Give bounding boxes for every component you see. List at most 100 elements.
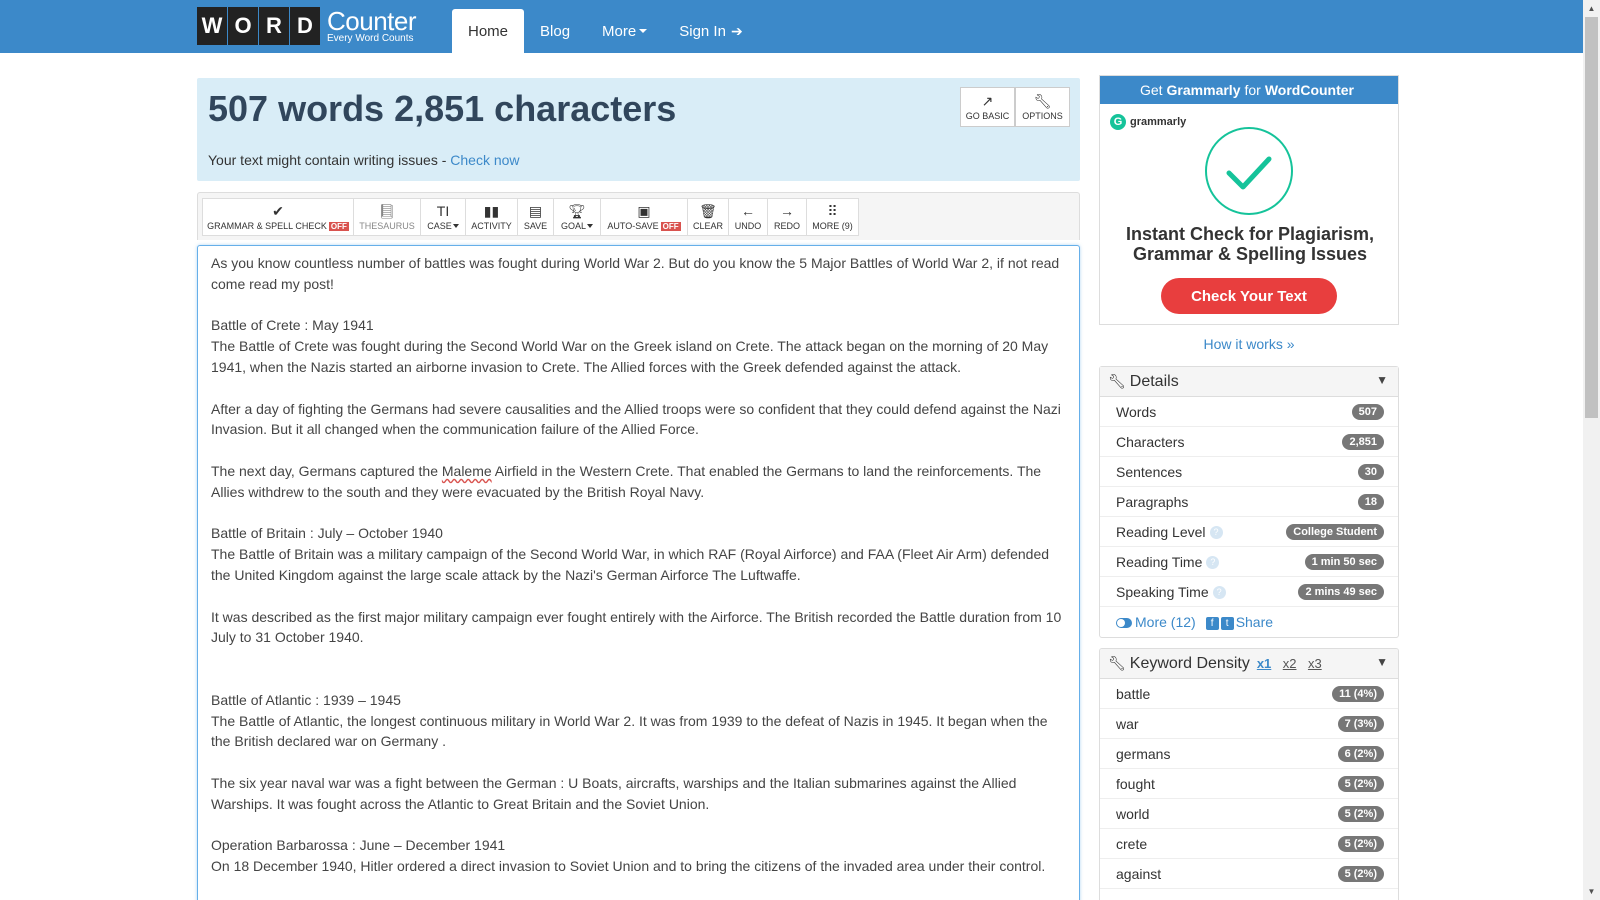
book-icon: 📘︎ xyxy=(378,202,396,219)
stat-badge: 18 xyxy=(1357,493,1384,510)
caret-down-icon xyxy=(452,224,459,229)
ad-headline-1: Instant Check for Plagiarism, xyxy=(1125,224,1375,244)
stat-badge: 1 min 50 sec xyxy=(1304,553,1384,570)
twitter-icon: t xyxy=(1220,616,1234,630)
bar-chart-icon: ▮▮ xyxy=(483,202,500,219)
big-checkmark-icon xyxy=(1205,127,1293,215)
issues-text: Your text might contain writing issues - xyxy=(208,152,451,168)
page-scrollbar[interactable]: ▲ ▼ xyxy=(1583,0,1600,900)
scroll-up-arrow-icon[interactable]: ▲ xyxy=(1583,0,1600,17)
logo-text: Counter Every Word Counts xyxy=(327,8,417,44)
misspelled-word[interactable]: Maleme xyxy=(442,463,492,479)
autosave-off-badge: OFF xyxy=(660,221,681,231)
check-your-text-button[interactable]: Check Your Text xyxy=(1161,278,1337,314)
stat-label-wrap: Speaking Time? xyxy=(1116,584,1226,600)
stat-row-characters: Characters 2,851 xyxy=(1100,427,1398,457)
keyword-badge: 5 (2%) xyxy=(1337,775,1384,792)
editor-content: As you know countless number of battles … xyxy=(211,253,1066,877)
keyword-row[interactable]: battle 11 (4%) xyxy=(1100,679,1398,709)
grammar-spell-check-button[interactable]: ✔ GRAMMAR & SPELL CHECK OFF xyxy=(202,198,354,236)
keyword-density-header[interactable]: 🔧︎ Keyword Density x1 x2 x3 ▼ xyxy=(1100,649,1398,679)
nav-home[interactable]: Home xyxy=(452,9,525,53)
case-button[interactable]: TI CASE xyxy=(420,198,466,236)
keyword-badge: 6 (2%) xyxy=(1337,745,1384,762)
keyword-label: fought xyxy=(1116,775,1155,792)
case-label-wrap: CASE xyxy=(427,221,459,231)
stat-row-words: Words 507 xyxy=(1100,397,1398,427)
clear-button[interactable]: 🗑︎ CLEAR xyxy=(687,198,729,236)
trophy-icon: 🏆︎ xyxy=(568,202,586,219)
stat-badge: 2,851 xyxy=(1342,433,1384,450)
stat-label: Speaking Time xyxy=(1116,583,1209,600)
nav-more-dropdown[interactable]: More xyxy=(586,9,663,53)
caret-down-icon xyxy=(587,224,593,229)
thesaurus-button[interactable]: 📘︎ THESAURUS xyxy=(353,198,421,236)
scrollbar-thumb[interactable] xyxy=(1585,17,1598,418)
checkmark-icon: ✔ xyxy=(272,202,284,219)
goal-label-wrap: GOAL xyxy=(561,221,593,231)
keyword-row[interactable]: war 7 (3%) xyxy=(1100,709,1398,739)
paragraph: As you know countless number of battles … xyxy=(211,255,1064,292)
goal-button[interactable]: 🏆︎ GOAL xyxy=(553,198,601,236)
paragraph: The Battle of Britain was a military cam… xyxy=(211,546,1053,583)
go-basic-button[interactable]: ↗ GO BASIC xyxy=(960,87,1015,127)
undo-button[interactable]: ← UNDO xyxy=(728,198,768,236)
scroll-down-arrow-icon[interactable]: ▼ xyxy=(1583,883,1600,900)
check-now-link[interactable]: Check now xyxy=(450,152,519,168)
more-stats-link[interactable]: More (12) xyxy=(1116,614,1196,630)
paragraph: The Battle of Atlantic, the longest cont… xyxy=(211,712,1052,750)
nav-blog[interactable]: Blog xyxy=(524,9,586,53)
stat-badge: College Student xyxy=(1286,523,1384,540)
grammarly-ad[interactable]: Get Grammarly for WordCounter G grammarl… xyxy=(1099,75,1399,325)
nav-more-label: More xyxy=(602,22,637,40)
nav-signin[interactable]: Sign In ➔ xyxy=(663,9,758,53)
keyword-row[interactable]: germans 6 (2%) xyxy=(1100,739,1398,769)
stat-row-paragraphs: Paragraphs 18 xyxy=(1100,487,1398,517)
how-it-works-link[interactable]: How it works » xyxy=(1099,336,1399,352)
logo-tiles: W O R D xyxy=(197,7,321,45)
keyword-row[interactable]: crete 5 (2%) xyxy=(1100,829,1398,859)
help-icon[interactable]: ? xyxy=(1209,526,1223,540)
help-icon[interactable]: ? xyxy=(1212,586,1226,600)
keyword-badge: 7 (3%) xyxy=(1337,715,1384,732)
stat-badge: 507 xyxy=(1351,403,1384,420)
share-link[interactable]: f t Share xyxy=(1205,614,1273,630)
keyword-badge: 5 (2%) xyxy=(1337,805,1384,822)
details-title: Details xyxy=(1129,372,1179,390)
keyword-row[interactable]: world 5 (2%) xyxy=(1100,799,1398,829)
stat-row-reading-level: Reading Level? College Student xyxy=(1100,517,1398,547)
wrench-icon: 🔧︎ xyxy=(1108,655,1126,671)
keyword-row[interactable]: fought 5 (2%) xyxy=(1100,769,1398,799)
keyword-badge: 5 (2%) xyxy=(1337,835,1384,852)
logo-tile: W xyxy=(197,7,227,45)
keyword-density-title: Keyword Density xyxy=(1129,654,1250,672)
external-link-icon: ↗ xyxy=(981,92,994,109)
options-button[interactable]: 🔧︎ OPTIONS xyxy=(1015,87,1070,127)
stat-row-speaking-time: Speaking Time? 2 mins 49 sec xyxy=(1100,577,1398,607)
main-nav: Home Blog More Sign In ➔ xyxy=(452,9,759,53)
paragraph: The next day, Germans captured the xyxy=(211,462,442,479)
caret-down-icon xyxy=(639,29,648,33)
keyword-row[interactable]: against 5 (2%) xyxy=(1100,859,1398,889)
details-header[interactable]: 🔧︎ Details ▼ xyxy=(1100,367,1398,397)
help-icon[interactable]: ? xyxy=(1206,556,1220,570)
stat-badge: 2 mins 49 sec xyxy=(1298,583,1384,600)
grammarly-brand: G grammarly xyxy=(1110,114,1186,130)
writing-issues-notice: Your text might contain writing issues -… xyxy=(208,152,520,168)
density-x2-link[interactable]: x2 xyxy=(1283,656,1297,671)
site-logo[interactable]: W O R D Counter Every Word Counts xyxy=(197,7,417,45)
redo-button[interactable]: → REDO xyxy=(767,198,807,236)
grammarly-brand-text: grammarly xyxy=(1130,116,1187,128)
density-x1-link[interactable]: x1 xyxy=(1257,656,1271,671)
stat-label: Reading Level xyxy=(1116,523,1206,540)
save-button[interactable]: ▤ SAVE xyxy=(517,198,554,236)
ad-headline-2: Grammar & Spelling Issues xyxy=(1132,244,1368,264)
more-tools-button[interactable]: ⠿ MORE (9) xyxy=(806,198,859,236)
activity-button[interactable]: ▮▮ ACTIVITY xyxy=(465,198,518,236)
keyword-badge: 5 (2%) xyxy=(1337,865,1384,882)
density-x3-link[interactable]: x3 xyxy=(1308,656,1322,671)
more-tools-label: MORE (9) xyxy=(812,220,853,231)
auto-save-button[interactable]: ▣ AUTO-SAVE OFF xyxy=(600,198,688,236)
text-editor[interactable]: As you know countless number of battles … xyxy=(197,245,1080,900)
case-label: CASE xyxy=(427,220,452,231)
